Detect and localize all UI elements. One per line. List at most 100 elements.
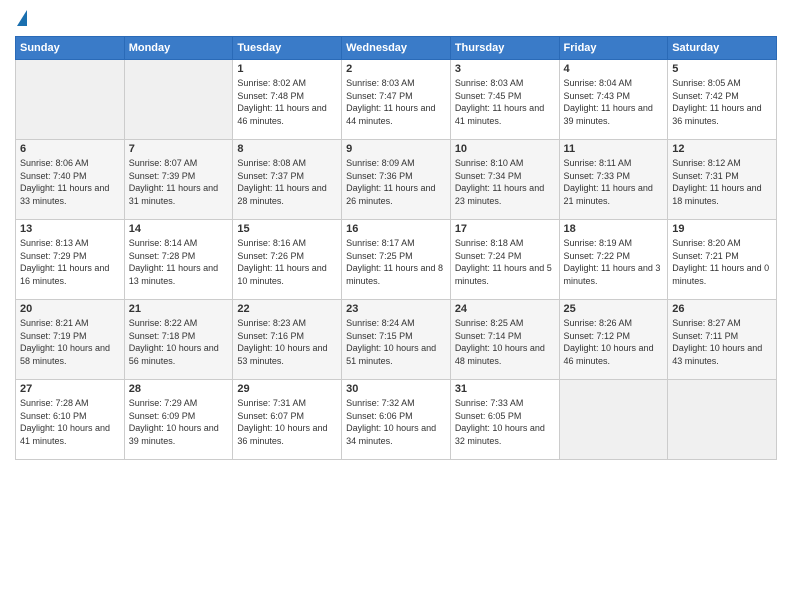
calendar-day-cell: 29 Sunrise: 7:31 AMSunset: 6:07 PMDayligh…: [233, 380, 342, 460]
calendar-day-cell: 26 Sunrise: 8:27 AMSunset: 7:11 PMDayligh…: [668, 300, 777, 380]
calendar-day-cell: 16 Sunrise: 8:17 AMSunset: 7:25 PMDayligh…: [342, 220, 451, 300]
day-info: Sunrise: 8:13 AMSunset: 7:29 PMDaylight:…: [20, 237, 120, 287]
calendar-week-row: 27 Sunrise: 7:28 AMSunset: 6:10 PMDayligh…: [16, 380, 777, 460]
day-info: Sunrise: 8:17 AMSunset: 7:25 PMDaylight:…: [346, 237, 446, 287]
main-container: SundayMondayTuesdayWednesdayThursdayFrid…: [0, 0, 792, 470]
day-info: Sunrise: 8:04 AMSunset: 7:43 PMDaylight:…: [564, 77, 664, 127]
calendar-day-cell: 24Sunrise: 8:25 AMSunset: 7:14 PMDayligh…: [450, 300, 559, 380]
day-number: 15: [237, 223, 337, 235]
day-number: 11: [564, 143, 664, 155]
day-info: Sunrise: 8:07 AMSunset: 7:39 PMDaylight:…: [129, 157, 229, 207]
day-number: 19: [672, 223, 772, 235]
logo: [15, 10, 27, 28]
calendar-day-cell: 17 Sunrise: 8:18 AMSunset: 7:24 PMDayligh…: [450, 220, 559, 300]
calendar-day-cell: [668, 380, 777, 460]
calendar-day-cell: 14 Sunrise: 8:14 AMSunset: 7:28 PMDayligh…: [124, 220, 233, 300]
day-info: Sunrise: 8:24 AMSunset: 7:15 PMDaylight:…: [346, 317, 446, 367]
day-info: Sunrise: 8:14 AMSunset: 7:28 PMDaylight:…: [129, 237, 229, 287]
day-info: Sunrise: 8:23 AMSunset: 7:16 PMDaylight:…: [237, 317, 337, 367]
day-info: Sunrise: 8:03 AMSunset: 7:45 PMDaylight:…: [455, 77, 555, 127]
day-of-week-header: Saturday: [668, 37, 777, 60]
day-number: 16: [346, 223, 446, 235]
day-number: 17: [455, 223, 555, 235]
day-info: Sunrise: 8:05 AMSunset: 7:42 PMDaylight:…: [672, 77, 772, 127]
calendar-day-cell: 3 Sunrise: 8:03 AMSunset: 7:45 PMDaylight…: [450, 60, 559, 140]
calendar-day-cell: 19 Sunrise: 8:20 AMSunset: 7:21 PMDayligh…: [668, 220, 777, 300]
calendar-day-cell: 10 Sunrise: 8:10 AMSunset: 7:34 PMDayligh…: [450, 140, 559, 220]
day-number: 25: [564, 303, 664, 315]
day-info: Sunrise: 8:12 AMSunset: 7:31 PMDaylight:…: [672, 157, 772, 207]
calendar-day-cell: 8 Sunrise: 8:08 AMSunset: 7:37 PMDaylight…: [233, 140, 342, 220]
day-number: 3: [455, 63, 555, 75]
day-info: Sunrise: 8:19 AMSunset: 7:22 PMDaylight:…: [564, 237, 664, 287]
day-number: 23: [346, 303, 446, 315]
day-number: 13: [20, 223, 120, 235]
day-number: 9: [346, 143, 446, 155]
day-number: 29: [237, 383, 337, 395]
day-of-week-header: Sunday: [16, 37, 125, 60]
header: [15, 10, 777, 28]
day-info: Sunrise: 8:06 AMSunset: 7:40 PMDaylight:…: [20, 157, 120, 207]
day-info: Sunrise: 8:22 AMSunset: 7:18 PMDaylight:…: [129, 317, 229, 367]
day-number: 26: [672, 303, 772, 315]
day-info: Sunrise: 8:18 AMSunset: 7:24 PMDaylight:…: [455, 237, 555, 287]
calendar-table: SundayMondayTuesdayWednesdayThursdayFrid…: [15, 36, 777, 460]
day-info: Sunrise: 7:32 AMSunset: 6:06 PMDaylight:…: [346, 397, 446, 447]
calendar-day-cell: 4Sunrise: 8:04 AMSunset: 7:43 PMDaylight…: [559, 60, 668, 140]
calendar-week-row: 13 Sunrise: 8:13 AMSunset: 7:29 PMDayligh…: [16, 220, 777, 300]
day-of-week-header: Friday: [559, 37, 668, 60]
day-number: 8: [237, 143, 337, 155]
day-number: 20: [20, 303, 120, 315]
day-info: Sunrise: 7:31 AMSunset: 6:07 PMDaylight:…: [237, 397, 337, 447]
day-info: Sunrise: 8:02 AMSunset: 7:48 PMDaylight:…: [237, 77, 337, 127]
calendar-day-cell: [124, 60, 233, 140]
day-info: Sunrise: 8:10 AMSunset: 7:34 PMDaylight:…: [455, 157, 555, 207]
logo-triangle-icon: [17, 10, 27, 26]
calendar-day-cell: 1 Sunrise: 8:02 AMSunset: 7:48 PMDaylight…: [233, 60, 342, 140]
day-info: Sunrise: 7:33 AMSunset: 6:05 PMDaylight:…: [455, 397, 555, 447]
day-info: Sunrise: 8:08 AMSunset: 7:37 PMDaylight:…: [237, 157, 337, 207]
day-of-week-header: Thursday: [450, 37, 559, 60]
day-number: 21: [129, 303, 229, 315]
calendar-day-cell: [16, 60, 125, 140]
day-info: Sunrise: 8:03 AMSunset: 7:47 PMDaylight:…: [346, 77, 446, 127]
day-info: Sunrise: 8:20 AMSunset: 7:21 PMDaylight:…: [672, 237, 772, 287]
day-number: 6: [20, 143, 120, 155]
calendar-day-cell: [559, 380, 668, 460]
day-number: 30: [346, 383, 446, 395]
calendar-header-row: SundayMondayTuesdayWednesdayThursdayFrid…: [16, 37, 777, 60]
calendar-day-cell: 12 Sunrise: 8:12 AMSunset: 7:31 PMDayligh…: [668, 140, 777, 220]
calendar-day-cell: 21 Sunrise: 8:22 AMSunset: 7:18 PMDayligh…: [124, 300, 233, 380]
day-number: 1: [237, 63, 337, 75]
calendar-week-row: 20 Sunrise: 8:21 AMSunset: 7:19 PMDayligh…: [16, 300, 777, 380]
day-info: Sunrise: 7:29 AMSunset: 6:09 PMDaylight:…: [129, 397, 229, 447]
calendar-day-cell: 18 Sunrise: 8:19 AMSunset: 7:22 PMDayligh…: [559, 220, 668, 300]
calendar-day-cell: 6 Sunrise: 8:06 AMSunset: 7:40 PMDaylight…: [16, 140, 125, 220]
day-number: 2: [346, 63, 446, 75]
day-number: 24: [455, 303, 555, 315]
calendar-day-cell: 11 Sunrise: 8:11 AMSunset: 7:33 PMDayligh…: [559, 140, 668, 220]
day-number: 31: [455, 383, 555, 395]
day-number: 10: [455, 143, 555, 155]
day-info: Sunrise: 8:26 AMSunset: 7:12 PMDaylight:…: [564, 317, 664, 367]
day-number: 28: [129, 383, 229, 395]
calendar-week-row: 6 Sunrise: 8:06 AMSunset: 7:40 PMDaylight…: [16, 140, 777, 220]
day-number: 18: [564, 223, 664, 235]
day-number: 22: [237, 303, 337, 315]
day-info: Sunrise: 8:27 AMSunset: 7:11 PMDaylight:…: [672, 317, 772, 367]
calendar-day-cell: 23 Sunrise: 8:24 AMSunset: 7:15 PMDayligh…: [342, 300, 451, 380]
day-number: 14: [129, 223, 229, 235]
calendar-day-cell: 2 Sunrise: 8:03 AMSunset: 7:47 PMDaylight…: [342, 60, 451, 140]
calendar-day-cell: 9Sunrise: 8:09 AMSunset: 7:36 PMDaylight…: [342, 140, 451, 220]
day-of-week-header: Tuesday: [233, 37, 342, 60]
day-info: Sunrise: 7:28 AMSunset: 6:10 PMDaylight:…: [20, 397, 120, 447]
day-number: 7: [129, 143, 229, 155]
calendar-day-cell: 7 Sunrise: 8:07 AMSunset: 7:39 PMDaylight…: [124, 140, 233, 220]
calendar-day-cell: 31 Sunrise: 7:33 AMSunset: 6:05 PMDayligh…: [450, 380, 559, 460]
day-info: Sunrise: 8:11 AMSunset: 7:33 PMDaylight:…: [564, 157, 664, 207]
calendar-day-cell: 5Sunrise: 8:05 AMSunset: 7:42 PMDaylight…: [668, 60, 777, 140]
day-number: 12: [672, 143, 772, 155]
day-info: Sunrise: 8:21 AMSunset: 7:19 PMDaylight:…: [20, 317, 120, 367]
day-info: Sunrise: 8:16 AMSunset: 7:26 PMDaylight:…: [237, 237, 337, 287]
day-number: 27: [20, 383, 120, 395]
